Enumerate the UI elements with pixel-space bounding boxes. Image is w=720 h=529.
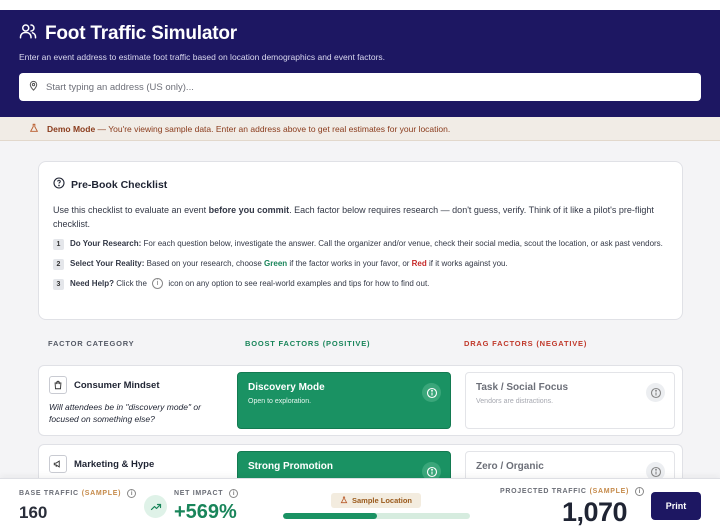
sample-location-badge: Sample Location [331, 493, 422, 508]
info-icon[interactable]: i [127, 489, 137, 498]
factor-head: Marketing & Hype [49, 455, 154, 473]
step-body: icon on any option to see real-world exa… [166, 279, 430, 288]
factor-category: Consumer Mindset Will attendees be in "d… [49, 376, 229, 425]
option-title: Zero / Organic [476, 461, 544, 472]
step-heading: Need Help? [70, 279, 115, 288]
step-number: 1 [53, 239, 64, 250]
option-title: Discovery Mode [248, 382, 325, 393]
address-search-box[interactable] [19, 73, 701, 101]
column-header-drag: DRAG FACTORS (NEGATIVE) [464, 339, 587, 348]
step-number: 3 [53, 279, 64, 290]
demo-banner-text: Demo Mode — You're viewing sample data. … [47, 124, 450, 134]
info-icon[interactable]: i [229, 489, 239, 498]
step-body: if the factor works in your favor, or [287, 259, 412, 268]
header-subtitle: Enter an event address to estimate foot … [19, 52, 386, 62]
checklist-title-row: Pre-Book Checklist [53, 177, 668, 192]
red-word: Red [411, 259, 427, 268]
impact-label-text: NET IMPACT [174, 490, 224, 497]
checklist-title: Pre-Book Checklist [71, 178, 168, 191]
demo-mode-banner: Demo Mode — You're viewing sample data. … [0, 117, 720, 141]
net-impact-label: NET IMPACT i [174, 489, 239, 498]
pre-book-checklist-card: Pre-Book Checklist Use this checklist to… [38, 161, 683, 320]
checklist-intro: Use this checklist to evaluate an event … [53, 203, 668, 231]
step-heading: Do Your Research: [70, 239, 142, 248]
checklist-steps: 1 Do Your Research: For each question be… [53, 238, 668, 290]
checklist-step-1: 1 Do Your Research: For each question be… [53, 238, 668, 250]
flask-icon [29, 123, 39, 135]
option-subtitle: Vendors are distractions. [476, 398, 554, 405]
option-title: Task / Social Focus [476, 382, 569, 393]
info-icon[interactable] [646, 383, 665, 402]
option-title: Strong Promotion [248, 461, 333, 472]
base-traffic-value: 160 [19, 503, 48, 522]
address-input[interactable] [46, 81, 646, 93]
projected-label-text: PROJECTED TRAFFIC [500, 488, 587, 495]
projected-traffic-label: PROJECTED TRAFFIC (SAMPLE) i [500, 487, 645, 496]
checklist-step-2: 2 Select Your Reality: Based on your res… [53, 258, 668, 270]
column-header-boost: BOOST FACTORS (POSITIVE) [245, 339, 371, 348]
option-subtitle: Open to exploration. [248, 398, 312, 405]
factor-name: Consumer Mindset [74, 379, 160, 391]
factor-name: Marketing & Hype [74, 458, 155, 470]
megaphone-icon [49, 455, 67, 473]
main-content: Pre-Book Checklist Use this checklist to… [0, 141, 720, 529]
trending-up-icon [144, 495, 167, 518]
sample-tag: (SAMPLE) [81, 490, 122, 497]
demo-mode-label: Demo Mode [47, 123, 96, 134]
net-impact-value: +569% [174, 501, 237, 523]
column-header-category: FACTOR CATEGORY [48, 339, 135, 348]
info-icon[interactable]: i [635, 487, 645, 496]
flask-icon [340, 496, 348, 506]
sample-tag: (SAMPLE) [589, 488, 630, 495]
users-icon [19, 22, 37, 45]
drag-header-b: NEGATIVE [539, 339, 584, 348]
drag-option-task-social-focus[interactable]: Task / Social Focus Vendors are distract… [465, 372, 675, 429]
factor-question: Will attendees be in "discovery mode" or… [49, 402, 201, 424]
info-icon: i [152, 278, 164, 290]
print-button[interactable]: Print [651, 492, 701, 520]
step-text: Do Your Research: For each question belo… [70, 238, 663, 249]
drag-header-c: ) [583, 339, 588, 348]
impact-progress-bar [283, 513, 470, 519]
demo-mode-message: — You're viewing sample data. Enter an a… [95, 123, 451, 134]
drag-header-a: DRAG FACTORS ( [464, 339, 540, 348]
info-icon[interactable] [422, 383, 441, 402]
step-body: For each question below, investigate the… [141, 239, 663, 248]
projected-traffic-value: 1,070 [562, 497, 628, 527]
checklist-step-3: 3 Need Help? Click the i icon on any opt… [53, 278, 668, 290]
factor-category: Marketing & Hype [49, 455, 154, 473]
impact-progress-fill [283, 513, 377, 519]
intro-text-1: Use this checklist to evaluate an event [53, 205, 209, 215]
map-pin-icon [28, 78, 39, 96]
step-number: 2 [53, 259, 64, 270]
results-footer: BASE TRAFFIC (SAMPLE) i 160 NET IMPACT i… [0, 478, 720, 529]
boost-option-discovery-mode[interactable]: Discovery Mode Open to exploration. [237, 372, 451, 429]
step-body: if it works against you. [426, 259, 508, 268]
intro-bold: before you commit [208, 205, 290, 215]
base-label-text: BASE TRAFFIC [19, 490, 79, 497]
question-circle-icon [53, 177, 65, 192]
step-text: Need Help? Click the i icon on any optio… [70, 278, 430, 290]
step-body: Based on your research, choose [144, 259, 265, 268]
app-title: Foot Traffic Simulator [45, 22, 237, 44]
base-traffic-label: BASE TRAFFIC (SAMPLE) i [19, 489, 137, 498]
shopping-bag-icon [49, 376, 67, 394]
factor-row-consumer-mindset: Consumer Mindset Will attendees be in "d… [38, 365, 683, 436]
factor-head: Consumer Mindset [49, 376, 229, 394]
step-text: Select Your Reality: Based on your resea… [70, 258, 508, 269]
app-header: Foot Traffic Simulator Enter an event ad… [0, 10, 720, 117]
top-strip [0, 0, 720, 10]
sample-location-text: Sample Location [352, 496, 413, 505]
green-word: Green [264, 259, 288, 268]
header-title-row: Foot Traffic Simulator [19, 22, 701, 45]
step-body: Click the [114, 279, 150, 288]
step-heading: Select Your Reality: [70, 259, 145, 268]
